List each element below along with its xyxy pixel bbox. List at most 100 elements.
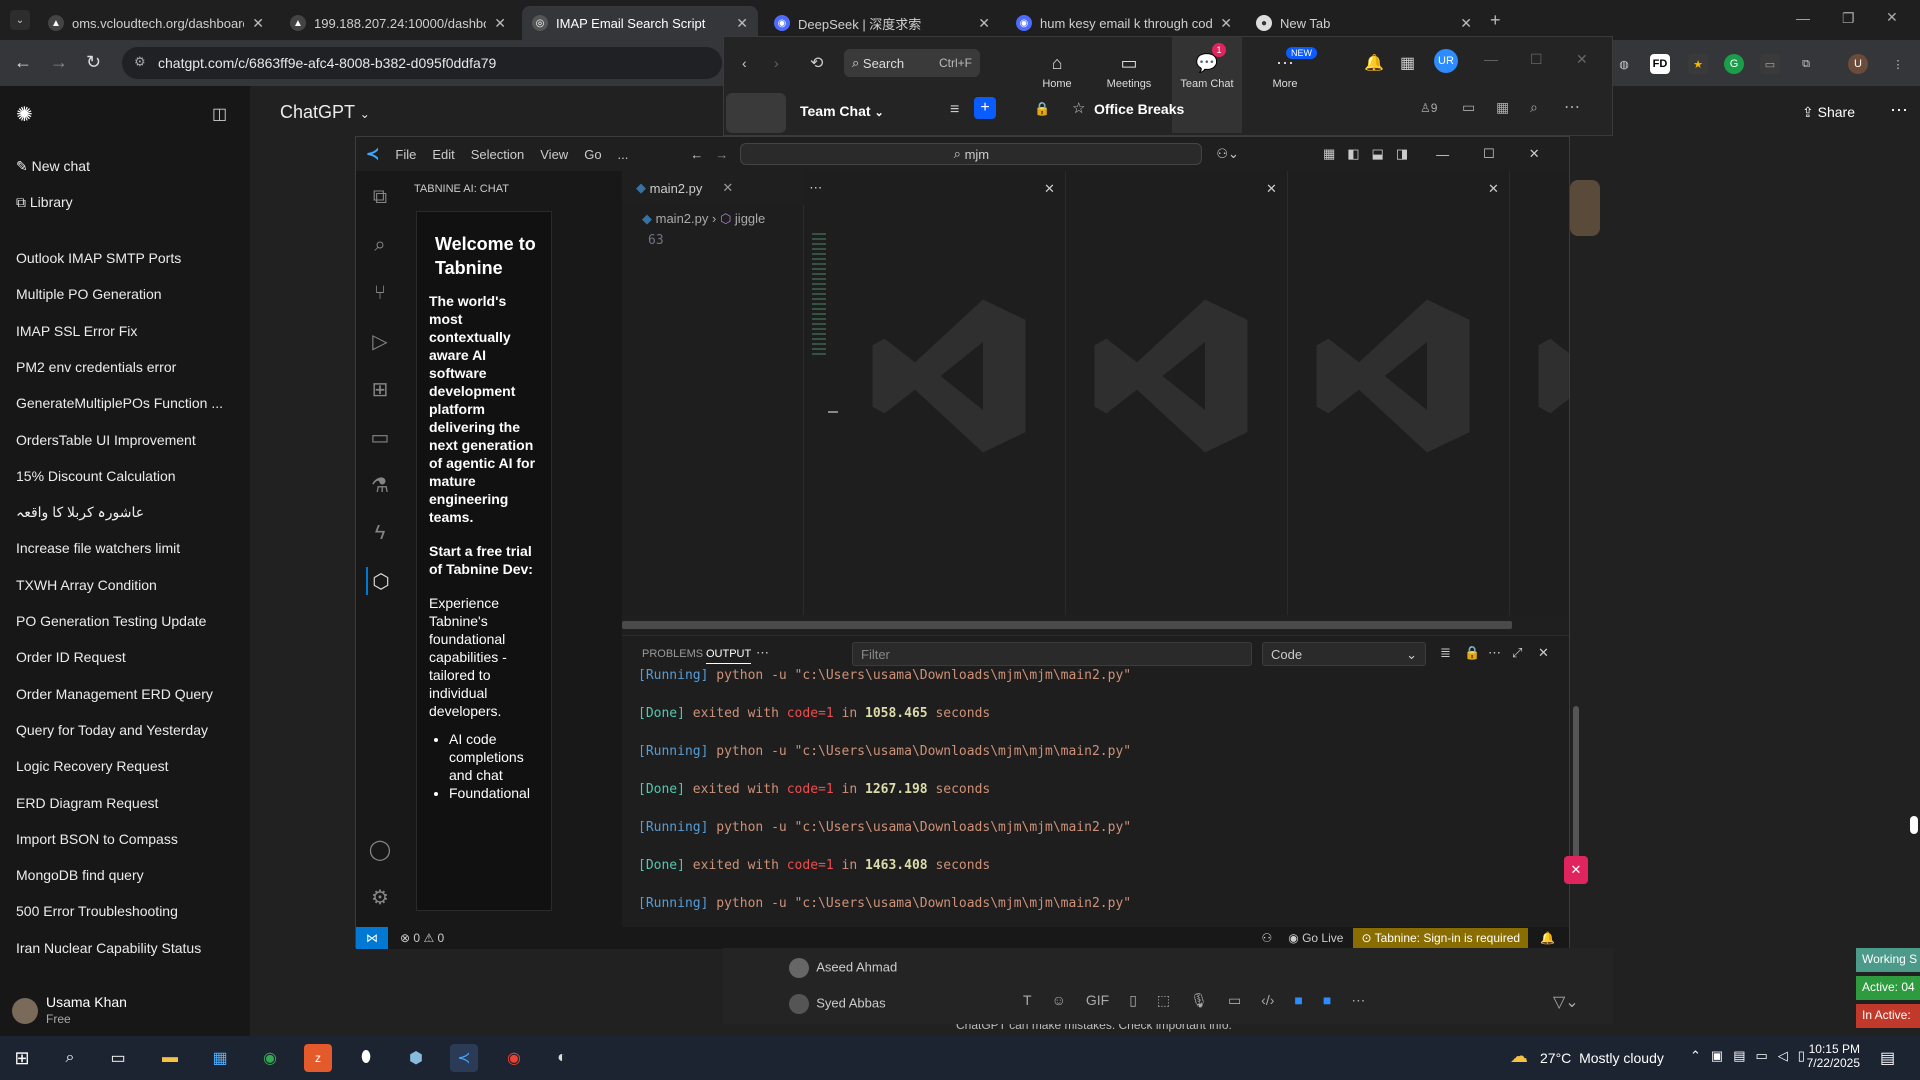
browser-tab-oms[interactable]: ▲ oms.vcloudtech.org/dashboard ✕ (38, 6, 274, 40)
browser-tab-deepseek[interactable]: ◉ DeepSeek | 深度求索 ✕ (764, 6, 1000, 40)
file-explorer-icon[interactable]: ▬ (156, 1044, 184, 1072)
profile-avatar[interactable]: U (1848, 54, 1868, 74)
member-row[interactable]: Syed Abbas (789, 994, 886, 1014)
toggle-sidebar-icon[interactable]: ◧ (1347, 146, 1359, 162)
windows-start-icon[interactable]: ⊞ (8, 1044, 36, 1072)
close-icon[interactable]: ✕ (1488, 181, 1499, 197)
chevron-up-icon[interactable]: ⌃ (1690, 1048, 1701, 1064)
filter-icon[interactable]: ≡ (950, 101, 959, 119)
extension-icon[interactable]: ▭ (1760, 54, 1780, 74)
menu-item[interactable]: Edit (432, 147, 454, 162)
zoom-chat-icon-tile[interactable] (726, 93, 786, 133)
remote-indicator-icon[interactable]: ⋈ (356, 927, 388, 949)
clock[interactable]: 10:15 PM 7/22/2025 (1800, 1042, 1860, 1070)
clear-output-icon[interactable]: ≣ (1440, 645, 1451, 661)
chrome-icon[interactable]: ◉ (500, 1044, 528, 1072)
editor-more-icon[interactable]: ⋯ (809, 180, 822, 196)
chat-history-item[interactable]: IMAP SSL Error Fix (16, 323, 231, 339)
more-options-icon[interactable]: ⋯ (1351, 992, 1365, 1009)
chat-history-item[interactable]: Query for Today and Yesterday (16, 722, 231, 738)
menu-item[interactable]: ... (618, 147, 629, 162)
minimize-button[interactable]: — (1796, 10, 1810, 26)
tab-search-icon[interactable]: ⌄ (10, 10, 30, 30)
zoom-avatar[interactable]: UR (1434, 49, 1458, 73)
close-icon[interactable]: ✕ (736, 15, 748, 32)
close-icon[interactable]: ✕ (1044, 181, 1055, 197)
forward-arrow-icon[interactable]: → (715, 147, 728, 162)
menu-item[interactable]: File (395, 147, 416, 162)
settings-gear-icon[interactable]: ⚙ (366, 883, 394, 911)
compose-button[interactable]: + (974, 97, 996, 119)
bell-icon[interactable]: 🔔 (1364, 53, 1384, 73)
horizontal-scrollbar[interactable] (622, 621, 1512, 629)
fd-extension-icon[interactable]: FD (1650, 54, 1670, 74)
puzzle-icon[interactable]: ⧉ (1796, 54, 1816, 74)
code-icon[interactable]: ‹/› (1261, 992, 1274, 1009)
forward-arrow-icon[interactable]: → (50, 52, 68, 73)
accounts-icon[interactable]: ◯ (366, 835, 394, 863)
store-icon[interactable]: ▦ (206, 1044, 234, 1072)
chat-history-item[interactable]: MongoDB find query (16, 867, 231, 883)
chat-history-item[interactable]: PM2 env credentials error (16, 359, 231, 375)
app-icon[interactable]: ■ (1294, 992, 1302, 1009)
calendar-icon[interactable]: ▦ (1400, 53, 1415, 73)
zoom-nav-home[interactable]: ⌂ Home (1022, 53, 1092, 90)
search-icon[interactable]: ⌕ (56, 1044, 84, 1072)
chat-history-item[interactable]: Outlook IMAP SMTP Ports (16, 250, 231, 266)
chat-history-item[interactable]: Iran Nuclear Capability Status (16, 940, 231, 956)
browser-tab-ip[interactable]: ▲ 199.188.207.24:10000/dashboa ✕ (280, 6, 516, 40)
toggle-secondary-sidebar-icon[interactable]: ◨ (1396, 146, 1408, 162)
zoom-nav-more[interactable]: ⋯ More NEW (1250, 47, 1320, 90)
new-tab-button[interactable]: + (1490, 10, 1501, 31)
maximize-panel-icon[interactable]: ⤢ (1512, 645, 1522, 661)
app-icon[interactable]: ◐ (548, 1044, 576, 1072)
chat-history-item[interactable]: Order Management ERD Query (16, 686, 231, 702)
more-options-icon[interactable]: ⋯ (1564, 97, 1580, 117)
search-icon[interactable]: ⌕ (1530, 99, 1538, 116)
source-control-icon[interactable]: ⑂ (366, 279, 394, 307)
chat-history-item[interactable]: 500 Error Troubleshooting (16, 903, 231, 919)
panel-more-icon[interactable]: ⋯ (756, 645, 769, 661)
breadcrumb-file[interactable]: main2.py (656, 211, 709, 226)
go-live-button[interactable]: ◉ Go Live (1288, 931, 1343, 945)
chrome-icon[interactable]: ◉ (256, 1044, 284, 1072)
chat-history-item[interactable]: Logic Recovery Request (16, 758, 231, 774)
scrollbar-thumb[interactable] (1573, 706, 1579, 866)
extensions-icon[interactable]: ⊞ (366, 375, 394, 403)
globe-icon[interactable]: ◍ (1614, 54, 1634, 74)
remote-explorer-icon[interactable]: ▭ (366, 423, 394, 451)
new-chat-button[interactable]: ✎ New chat (16, 158, 231, 175)
testing-icon[interactable]: ⚗ (366, 471, 394, 499)
grammarly-icon[interactable]: G (1724, 54, 1744, 74)
gif-icon[interactable]: GIF (1086, 992, 1109, 1009)
command-center-search[interactable]: ⌕ mjm (740, 143, 1203, 165)
maximize-button[interactable]: ☐ (1483, 146, 1495, 162)
zoom-search-box[interactable]: ⌕ Search Ctrl+F (844, 49, 980, 77)
close-tab-icon[interactable]: ✕ (722, 180, 733, 196)
close-panel-icon[interactable]: ✕ (1538, 645, 1549, 661)
close-notification-button[interactable]: ✕ (1564, 856, 1588, 884)
channel-name[interactable]: Office Breaks (1094, 101, 1184, 117)
video-call-icon[interactable]: ▭ (1462, 99, 1475, 116)
text-format-icon[interactable]: T (1023, 992, 1032, 1009)
close-icon[interactable]: ✕ (978, 15, 990, 32)
member-row[interactable]: Aseed Ahmad (789, 958, 897, 978)
app-icon[interactable]: ⬢ (402, 1044, 430, 1072)
chat-history-item[interactable]: ERD Diagram Request (16, 795, 231, 811)
zoom-nav-meetings[interactable]: ▭ Meetings (1094, 53, 1164, 90)
weather-icon[interactable]: ☁ (1510, 1046, 1528, 1067)
star-icon[interactable]: ☆ (1072, 99, 1085, 117)
zoom-app-icon[interactable]: z (304, 1044, 332, 1072)
run-debug-icon[interactable]: ▷ (366, 327, 394, 355)
tab-output[interactable]: OUTPUT (706, 648, 752, 664)
reload-icon[interactable]: ↻ (86, 52, 101, 73)
send-icon[interactable]: ▽⌄ (1553, 992, 1579, 1012)
close-window-button[interactable]: ✕ (1529, 146, 1540, 162)
restore-button[interactable]: ☐ (1530, 51, 1543, 68)
user-avatar[interactable] (12, 998, 38, 1024)
editor-tab-main2[interactable]: ◆ main2.py ✕ ⋯ (622, 171, 822, 205)
minimap[interactable] (812, 233, 826, 357)
more-options-icon[interactable]: ⋯ (1890, 100, 1908, 121)
notification-center-icon[interactable]: ▤ (1880, 1048, 1895, 1068)
tray-icon[interactable]: ▣ (1711, 1048, 1723, 1064)
